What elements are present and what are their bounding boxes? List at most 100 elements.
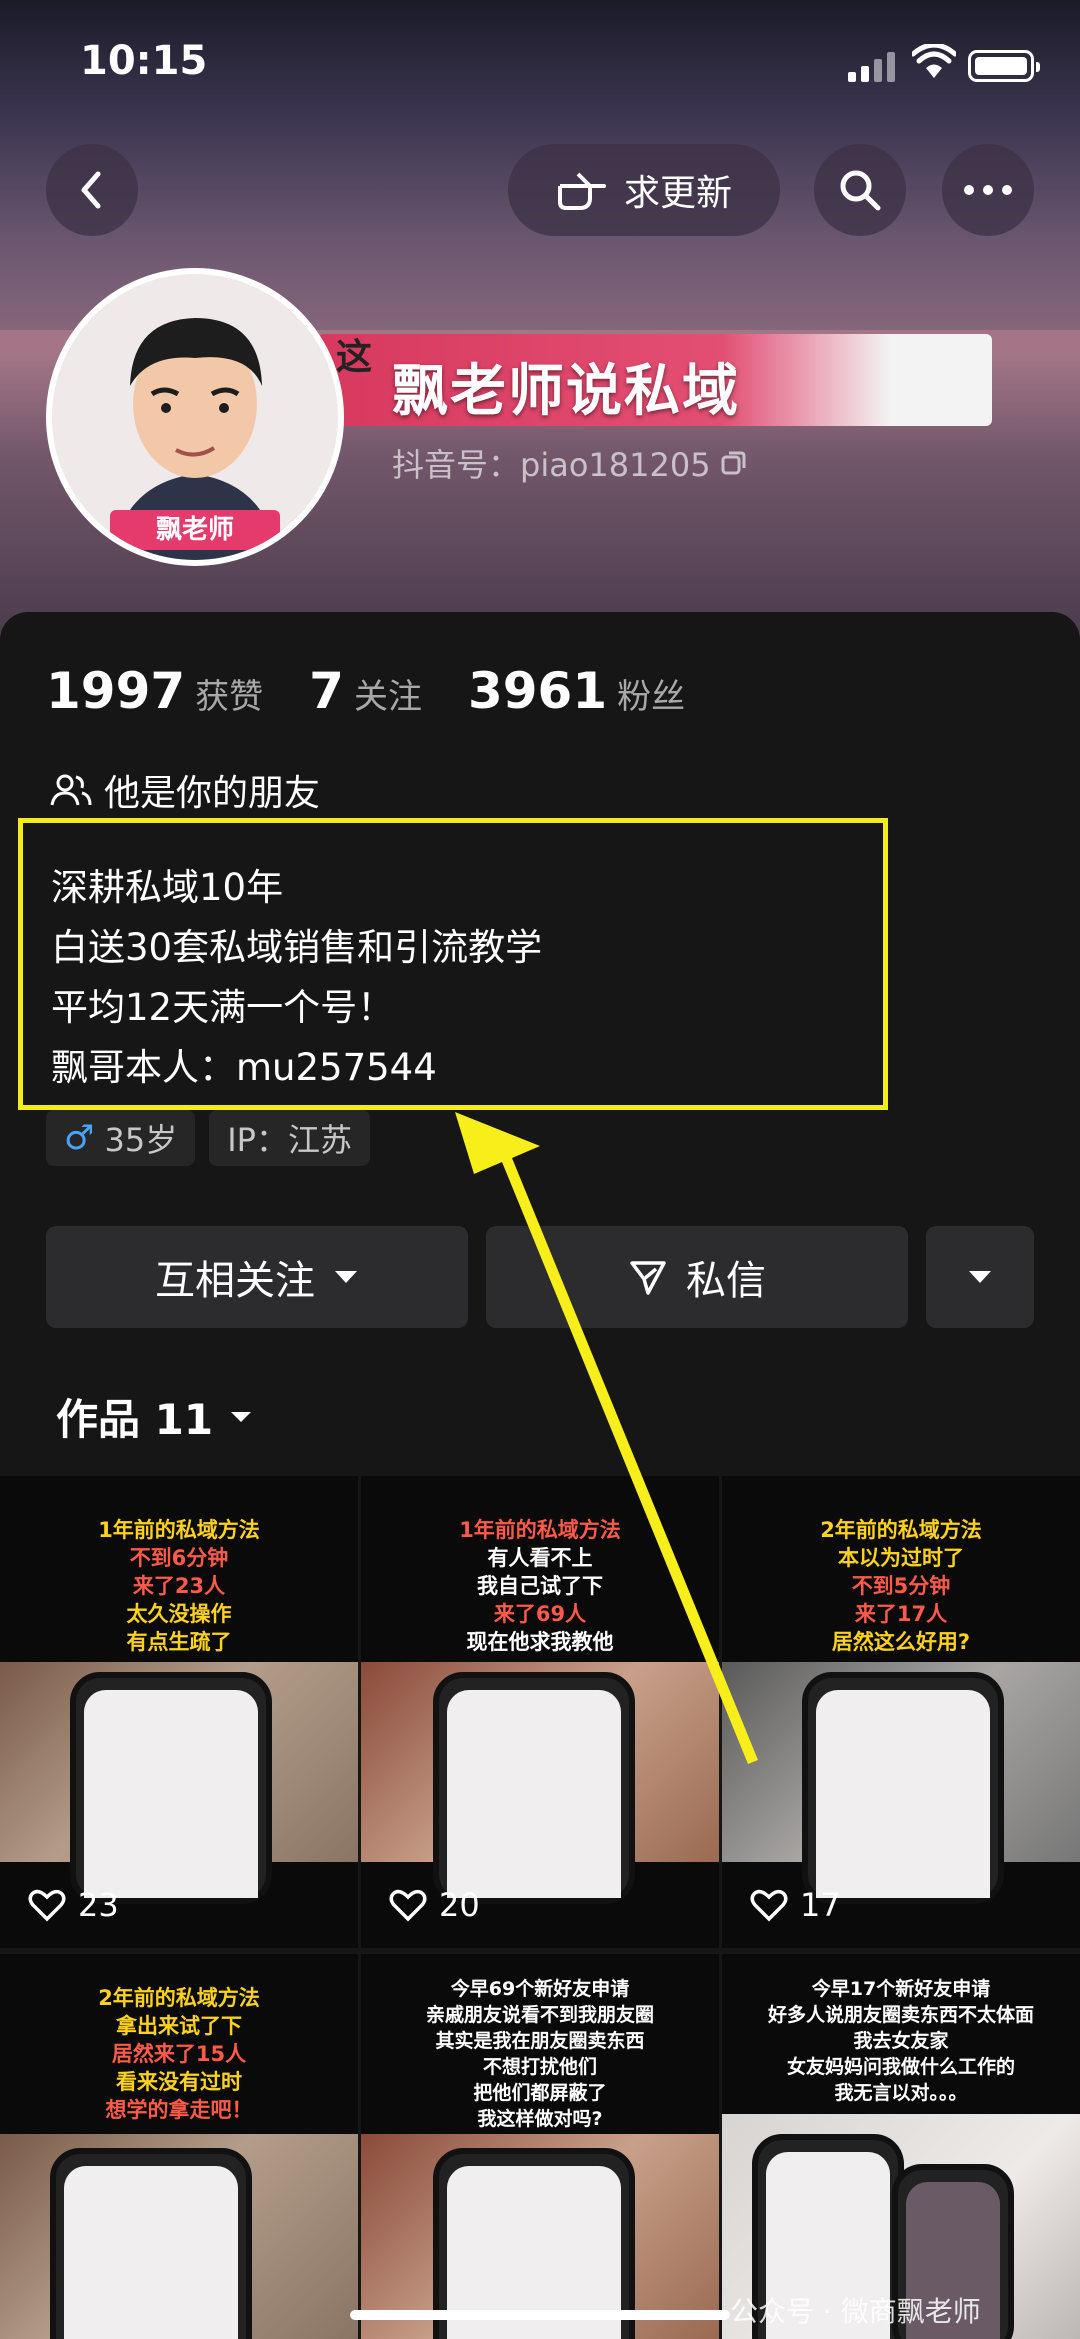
- video-caption: 不到6分钟: [129, 1546, 229, 1570]
- more-dots-icon: [964, 185, 1012, 195]
- more-button[interactable]: [942, 144, 1034, 236]
- video-caption: 本以为过时了: [838, 1546, 964, 1570]
- video-caption: 来了23人: [132, 1574, 226, 1598]
- video-caption: 想学的拿走吧！: [105, 2098, 253, 2122]
- ip-tag: IP：江苏: [209, 1110, 370, 1166]
- chevron-left-icon: [81, 171, 101, 209]
- bio-line: 平均12天满一个号！: [51, 986, 395, 1029]
- like-count: 17: [750, 1886, 841, 1924]
- video-thumbnail: [361, 1662, 719, 1904]
- ip-label: IP：江苏: [227, 1121, 352, 1159]
- watermark: 公众号 · 微商飘老师: [730, 2295, 981, 2328]
- likes-count[interactable]: 1997: [46, 662, 185, 720]
- video-caption: 我这样做对吗?: [477, 2108, 603, 2130]
- like-count-value: 23: [78, 1886, 119, 1924]
- video-card[interactable]: 2年前的私域方法 拿出来试了下 居然来了15人 看来没有过时 想学的拿走吧！: [0, 1954, 358, 2339]
- video-caption: 不想打扰他们: [482, 2056, 597, 2078]
- caret-down-icon: [969, 1271, 991, 1283]
- video-grid: 1年前的私域方法 不到6分钟 来了23人 太久没操作 有点生疏了 23 1年前的…: [0, 1476, 1080, 2339]
- more-actions-button[interactable]: [926, 1226, 1034, 1328]
- video-caption: 现在他求我教他: [466, 1630, 614, 1654]
- following-label: 关注: [353, 677, 422, 717]
- status-bar: 10:15: [0, 0, 1080, 110]
- video-caption: 亲戚朋友说看不到我朋友圈: [425, 2004, 654, 2026]
- signal-icon: [848, 52, 896, 82]
- video-caption: 我去女友家: [853, 2030, 949, 2052]
- send-icon: [630, 1261, 666, 1295]
- message-button[interactable]: 私信: [486, 1226, 908, 1328]
- message-label: 私信: [686, 1258, 766, 1304]
- video-card[interactable]: 今早69个新好友申请 亲戚朋友说看不到我朋友圈 其实是我在朋友圈卖东西 不想打扰…: [361, 1954, 719, 2339]
- video-caption: 1年前的私域方法: [459, 1518, 621, 1542]
- copy-icon: [721, 451, 746, 475]
- profile-stats: 1997 获赞 7 关注 3961 粉丝: [46, 662, 685, 720]
- video-caption: 把他们都屏蔽了: [473, 2082, 607, 2104]
- male-icon: ♂: [64, 1118, 95, 1158]
- search-button[interactable]: [814, 144, 906, 236]
- video-caption: 来了69人: [493, 1602, 587, 1626]
- profile-name: 飘老师说私域: [392, 359, 740, 424]
- friends-icon: [50, 774, 92, 806]
- works-tab[interactable]: 作品 11: [56, 1386, 253, 1447]
- like-count: 23: [28, 1886, 119, 1924]
- video-caption: 不到5分钟: [851, 1574, 951, 1598]
- video-caption: 看来没有过时: [116, 2070, 242, 2094]
- video-caption: 好多人说朋友圈卖东西不太体面: [767, 2004, 1034, 2026]
- video-caption: 居然来了15人: [111, 2042, 247, 2066]
- search-icon: [840, 170, 881, 211]
- douyin-id[interactable]: 抖音号：piao181205: [392, 440, 749, 486]
- status-time: 10:15: [80, 38, 208, 84]
- video-caption: 1年前的私域方法: [98, 1518, 260, 1542]
- follow-button[interactable]: 互相关注: [46, 1226, 468, 1328]
- video-caption: 我自己试了下: [477, 1574, 603, 1598]
- video-card[interactable]: 今早17个新好友申请 好多人说朋友圈卖东西不太体面 我去女友家 女友妈妈问我做什…: [722, 1954, 1080, 2339]
- bio-line: 深耕私域10年: [51, 866, 284, 909]
- video-thumbnail: [0, 2134, 358, 2339]
- avatar-badge: 飘老师: [155, 515, 234, 545]
- video-caption: 居然这么好用?: [831, 1630, 971, 1654]
- video-caption: 今早69个新好友申请: [450, 1978, 630, 2000]
- video-card[interactable]: 1年前的私域方法 不到6分钟 来了23人 太久没操作 有点生疏了 23: [0, 1476, 358, 1948]
- bio-highlight-box: 深耕私域10年 白送30套私域销售和引流教学 平均12天满一个号！ 飘哥本人：m…: [18, 818, 888, 1110]
- back-button[interactable]: [46, 144, 138, 236]
- age-label: 35岁: [104, 1121, 178, 1159]
- battery-icon: [968, 50, 1040, 82]
- video-caption: 来了17人: [854, 1602, 948, 1626]
- followers-label: 粉丝: [617, 677, 686, 717]
- video-caption: 其实是我在朋友圈卖东西: [435, 2030, 645, 2052]
- works-label: 作品 11: [56, 1395, 214, 1444]
- friend-indicator: 他是你的朋友: [50, 764, 320, 816]
- age-tag: ♂ 35岁: [46, 1110, 196, 1166]
- video-caption: 我无言以对。。。: [834, 2082, 968, 2104]
- profile-tags: ♂ 35岁 IP：江苏: [46, 1110, 370, 1166]
- likes-label: 获赞: [195, 677, 264, 717]
- like-count-value: 20: [439, 1886, 480, 1924]
- video-caption: 拿出来试了下: [116, 2014, 242, 2038]
- video-caption: 女友妈妈问我做什么工作的: [786, 2056, 1015, 2078]
- avatar[interactable]: 飘老师: [46, 268, 344, 566]
- video-caption: 有人看不上: [487, 1546, 593, 1570]
- heart-icon: [750, 1889, 788, 1922]
- video-caption: 2年前的私域方法: [820, 1518, 982, 1542]
- video-caption: 今早17个新好友申请: [811, 1978, 991, 2000]
- following-count[interactable]: 7: [309, 662, 344, 720]
- request-update-button[interactable]: 求更新: [508, 144, 780, 236]
- douyin-id-text: 抖音号：piao181205: [392, 446, 711, 484]
- video-thumbnail: [722, 1662, 1080, 1904]
- bio-line: 飘哥本人：mu257544: [51, 1046, 437, 1089]
- video-card[interactable]: 2年前的私域方法 本以为过时了 不到5分钟 来了17人 居然这么好用? 17: [722, 1476, 1080, 1948]
- video-thumbnail: [0, 1662, 358, 1904]
- request-update-label: 求更新: [623, 173, 732, 214]
- pointing-hand-icon: [557, 172, 606, 210]
- followers-count[interactable]: 3961: [468, 662, 607, 720]
- follow-label: 互相关注: [155, 1258, 315, 1304]
- video-caption: 太久没操作: [126, 1602, 232, 1626]
- video-caption: 2年前的私域方法: [98, 1986, 260, 2010]
- heart-icon: [28, 1889, 66, 1922]
- banner-text: 这: [336, 337, 373, 378]
- wifi-icon: [912, 44, 956, 78]
- video-card[interactable]: 1年前的私域方法 有人看不上 我自己试了下 来了69人 现在他求我教他 20: [361, 1476, 719, 1948]
- caret-down-icon: [231, 1411, 252, 1422]
- friend-label: 他是你的朋友: [104, 773, 321, 814]
- like-count: 20: [389, 1886, 480, 1924]
